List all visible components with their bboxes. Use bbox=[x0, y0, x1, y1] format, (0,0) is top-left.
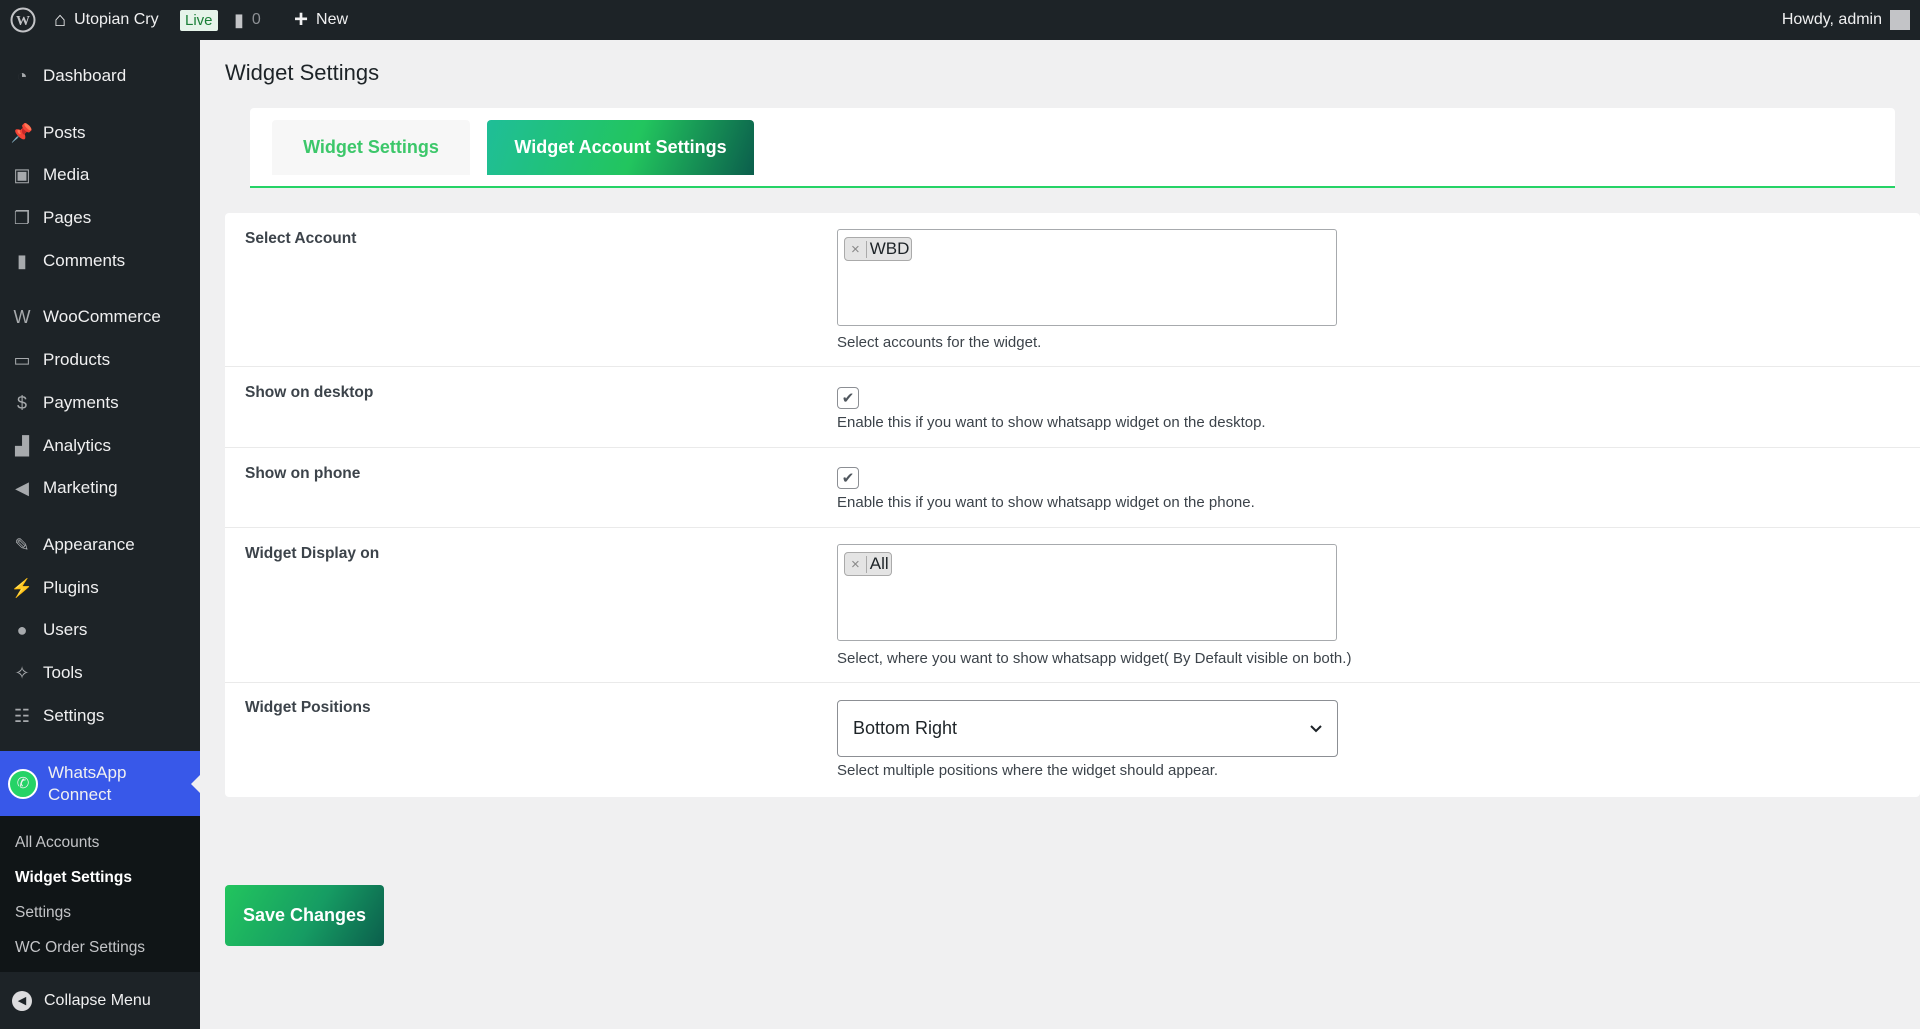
menu-label: Plugins bbox=[43, 578, 99, 597]
submenu: All Accounts Widget Settings Settings WC… bbox=[0, 816, 200, 972]
sidebar-item-tools[interactable]: ✧ Tools bbox=[0, 654, 200, 692]
live-badge: Live bbox=[180, 9, 218, 31]
dollar-icon: $ bbox=[16, 392, 27, 413]
field-label: Widget Positions bbox=[245, 699, 371, 716]
collapse-icon: ◀ bbox=[12, 990, 32, 1011]
dashboard-icon: ◔ bbox=[16, 65, 28, 86]
menu-label: WooCommerce bbox=[43, 307, 161, 326]
comment-icon: ▮ bbox=[17, 250, 27, 271]
field-label: Show on desktop bbox=[245, 384, 374, 401]
menu-label: Users bbox=[43, 620, 88, 639]
show-on-phone-checkbox[interactable]: ✔ bbox=[837, 467, 859, 489]
sidebar-item-settings[interactable]: ☷ Settings bbox=[0, 697, 200, 735]
plug-icon: ⚡ bbox=[10, 577, 34, 598]
menu-label: Analytics bbox=[43, 436, 112, 455]
wrench-icon: ✧ bbox=[14, 662, 30, 683]
row-select-account: Select Account × WBD Select accounts for … bbox=[225, 213, 1920, 367]
submenu-all-accounts[interactable]: All Accounts bbox=[15, 834, 99, 852]
sidebar-item-media[interactable]: ▣ Media bbox=[0, 156, 200, 194]
sidebar-item-plugins[interactable]: ⚡ Plugins bbox=[0, 569, 200, 607]
sidebar-item-posts[interactable]: 📌 Posts bbox=[0, 114, 200, 152]
tab-bar: Widget Settings Widget Account Settings bbox=[250, 108, 1895, 188]
show-on-desktop-checkbox[interactable]: ✔ bbox=[837, 387, 859, 409]
sidebar-item-woocommerce[interactable]: W WooCommerce bbox=[0, 298, 200, 336]
menu-label: Payments bbox=[43, 393, 119, 412]
bar-chart-icon: ▟ bbox=[15, 435, 29, 456]
select-account-input[interactable]: × WBD bbox=[837, 229, 1337, 326]
widget-display-input[interactable]: × All bbox=[837, 544, 1337, 641]
account-menu[interactable]: Howdy, admin bbox=[1782, 0, 1910, 40]
new-link[interactable]: + New bbox=[294, 0, 348, 40]
sliders-icon: ☷ bbox=[13, 705, 31, 726]
tab-widget-account-settings[interactable]: Widget Account Settings bbox=[487, 120, 754, 175]
pages-icon: ❐ bbox=[13, 207, 31, 228]
home-icon: ⌂ bbox=[54, 8, 67, 31]
admin-sidebar: ◔ Dashboard 📌 Posts ▣ Media ❐ Pages ▮ Comments W Wo… bbox=[0, 40, 200, 1029]
menu-label: Appearance bbox=[43, 535, 135, 554]
comment-icon: ▮ bbox=[234, 9, 244, 30]
menu-label: Posts bbox=[43, 123, 86, 142]
submenu-wc-order-settings[interactable]: WC Order Settings bbox=[15, 939, 145, 957]
help-text: Select multiple positions where the widg… bbox=[837, 762, 1219, 779]
admin-bar: W ⌂ Utopian Cry Live ▮ 0 + New Howdy, admin bbox=[0, 0, 1920, 40]
row-show-on-phone: Show on phone ✔ Enable this if you want … bbox=[225, 448, 1920, 528]
widget-positions-select[interactable]: Bottom Right bbox=[837, 700, 1338, 757]
svg-text:W: W bbox=[16, 14, 30, 29]
remove-chip-icon[interactable]: × bbox=[845, 555, 867, 573]
menu-label: Marketing bbox=[43, 478, 118, 497]
whatsapp-icon: ✆ bbox=[8, 768, 38, 799]
sidebar-item-appearance[interactable]: ✎ Appearance bbox=[0, 526, 200, 564]
selected-chip: × All bbox=[844, 552, 892, 576]
pin-icon: 📌 bbox=[10, 122, 34, 143]
tab-widget-settings[interactable]: Widget Settings bbox=[272, 120, 470, 175]
archive-icon: ▭ bbox=[13, 349, 31, 370]
wordpress-logo-icon[interactable]: W bbox=[10, 0, 36, 40]
submenu-widget-settings[interactable]: Widget Settings bbox=[15, 869, 132, 887]
help-text: Enable this if you want to show whatsapp… bbox=[837, 494, 1255, 511]
menu-label: WhatsApp bbox=[48, 762, 127, 782]
chevron-down-icon bbox=[1309, 718, 1323, 739]
brush-icon: ✎ bbox=[14, 534, 30, 555]
megaphone-icon: ◀ bbox=[15, 477, 29, 498]
help-text: Enable this if you want to show whatsapp… bbox=[837, 414, 1266, 431]
menu-label: Tools bbox=[43, 663, 83, 682]
sidebar-item-marketing[interactable]: ◀ Marketing bbox=[0, 469, 200, 507]
menu-label: Connect bbox=[48, 784, 112, 804]
field-label: Show on phone bbox=[245, 465, 361, 482]
submenu-settings[interactable]: Settings bbox=[15, 904, 71, 922]
menu-label: Pages bbox=[43, 208, 92, 227]
page-title: Widget Settings bbox=[225, 60, 380, 85]
woo-icon: W bbox=[13, 306, 31, 327]
save-changes-button[interactable]: Save Changes bbox=[225, 885, 384, 946]
sidebar-item-payments[interactable]: $ Payments bbox=[0, 384, 200, 422]
menu-label: Products bbox=[43, 350, 111, 369]
menu-label: Comments bbox=[43, 251, 126, 270]
sidebar-item-whatsapp-connect[interactable]: ✆ WhatsApp Connect bbox=[0, 751, 200, 816]
help-text: Select, where you want to show whatsapp … bbox=[837, 650, 1352, 667]
collapse-menu-button[interactable]: ◀ Collapse Menu bbox=[0, 972, 200, 1029]
user-icon: ● bbox=[16, 619, 28, 640]
sidebar-item-comments[interactable]: ▮ Comments bbox=[0, 242, 200, 280]
sidebar-item-analytics[interactable]: ▟ Analytics bbox=[0, 427, 200, 465]
field-label: Widget Display on bbox=[245, 545, 380, 562]
menu-label: Dashboard bbox=[43, 66, 127, 85]
plus-icon: + bbox=[294, 6, 309, 33]
field-label: Select Account bbox=[245, 230, 357, 247]
sidebar-item-users[interactable]: ● Users bbox=[0, 611, 200, 649]
row-widget-display-on: Widget Display on × All Select, where you… bbox=[225, 528, 1920, 683]
site-name-link[interactable]: ⌂ Utopian Cry bbox=[54, 0, 159, 40]
selected-chip: × WBD bbox=[844, 237, 913, 261]
sidebar-item-products[interactable]: ▭ Products bbox=[0, 341, 200, 379]
help-text: Select accounts for the widget. bbox=[837, 334, 1042, 351]
settings-form: Select Account × WBD Select accounts for … bbox=[225, 213, 1920, 797]
media-icon: ▣ bbox=[13, 164, 31, 185]
sidebar-item-dashboard[interactable]: ◔ Dashboard bbox=[0, 57, 200, 95]
remove-chip-icon[interactable]: × bbox=[845, 240, 867, 258]
comments-link[interactable]: ▮ 0 bbox=[234, 0, 261, 40]
menu-label: Settings bbox=[43, 706, 105, 725]
avatar bbox=[1890, 10, 1910, 30]
menu-label: Media bbox=[43, 165, 90, 184]
row-show-on-desktop: Show on desktop ✔ Enable this if you wan… bbox=[225, 367, 1920, 448]
sidebar-item-pages[interactable]: ❐ Pages bbox=[0, 199, 200, 237]
